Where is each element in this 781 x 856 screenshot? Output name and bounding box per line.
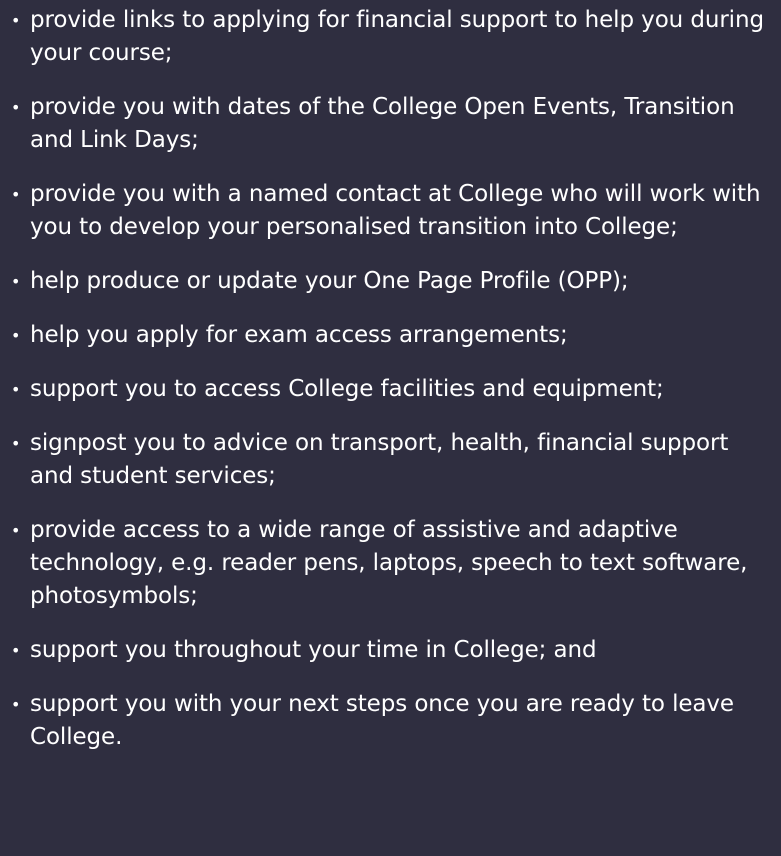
list-item: • support you to access College faciliti… bbox=[8, 373, 778, 406]
support-list: • provide links to applying for financia… bbox=[8, 4, 778, 775]
bullet-icon: • bbox=[11, 185, 21, 204]
list-item-text: provide links to applying for financial … bbox=[30, 7, 764, 66]
document-page: • provide links to applying for financia… bbox=[0, 0, 781, 856]
bullet-icon: • bbox=[11, 380, 21, 399]
list-item-text: signpost you to advice on transport, hea… bbox=[30, 430, 729, 489]
list-item-text: provide access to a wide range of assist… bbox=[30, 517, 748, 609]
list-item: • help produce or update your One Page P… bbox=[8, 265, 778, 298]
bullet-icon: • bbox=[11, 521, 21, 540]
list-item: • help you apply for exam access arrange… bbox=[8, 319, 778, 352]
list-item: • provide links to applying for financia… bbox=[8, 4, 778, 70]
list-item-text: support you with your next steps once yo… bbox=[30, 691, 734, 750]
list-item-text: help produce or update your One Page Pro… bbox=[30, 268, 629, 294]
list-item: • provide you with a named contact at Co… bbox=[8, 178, 778, 244]
bullet-icon: • bbox=[11, 326, 21, 345]
bullet-icon: • bbox=[11, 641, 21, 660]
list-item: • support you with your next steps once … bbox=[8, 688, 778, 754]
list-item-text: support you throughout your time in Coll… bbox=[30, 637, 597, 663]
bullet-icon: • bbox=[11, 272, 21, 291]
bullet-icon: • bbox=[11, 695, 21, 714]
bullet-icon: • bbox=[11, 11, 21, 30]
list-item: • provide you with dates of the College … bbox=[8, 91, 778, 157]
list-item-text: provide you with dates of the College Op… bbox=[30, 94, 735, 153]
list-item: • provide access to a wide range of assi… bbox=[8, 514, 778, 613]
bullet-icon: • bbox=[11, 434, 21, 453]
list-item-text: provide you with a named contact at Coll… bbox=[30, 181, 761, 240]
list-item-text: help you apply for exam access arrangeme… bbox=[30, 322, 568, 348]
list-item-text: support you to access College facilities… bbox=[30, 376, 664, 402]
list-item: • support you throughout your time in Co… bbox=[8, 634, 778, 667]
bullet-icon: • bbox=[11, 98, 21, 117]
list-item: • signpost you to advice on transport, h… bbox=[8, 427, 778, 493]
